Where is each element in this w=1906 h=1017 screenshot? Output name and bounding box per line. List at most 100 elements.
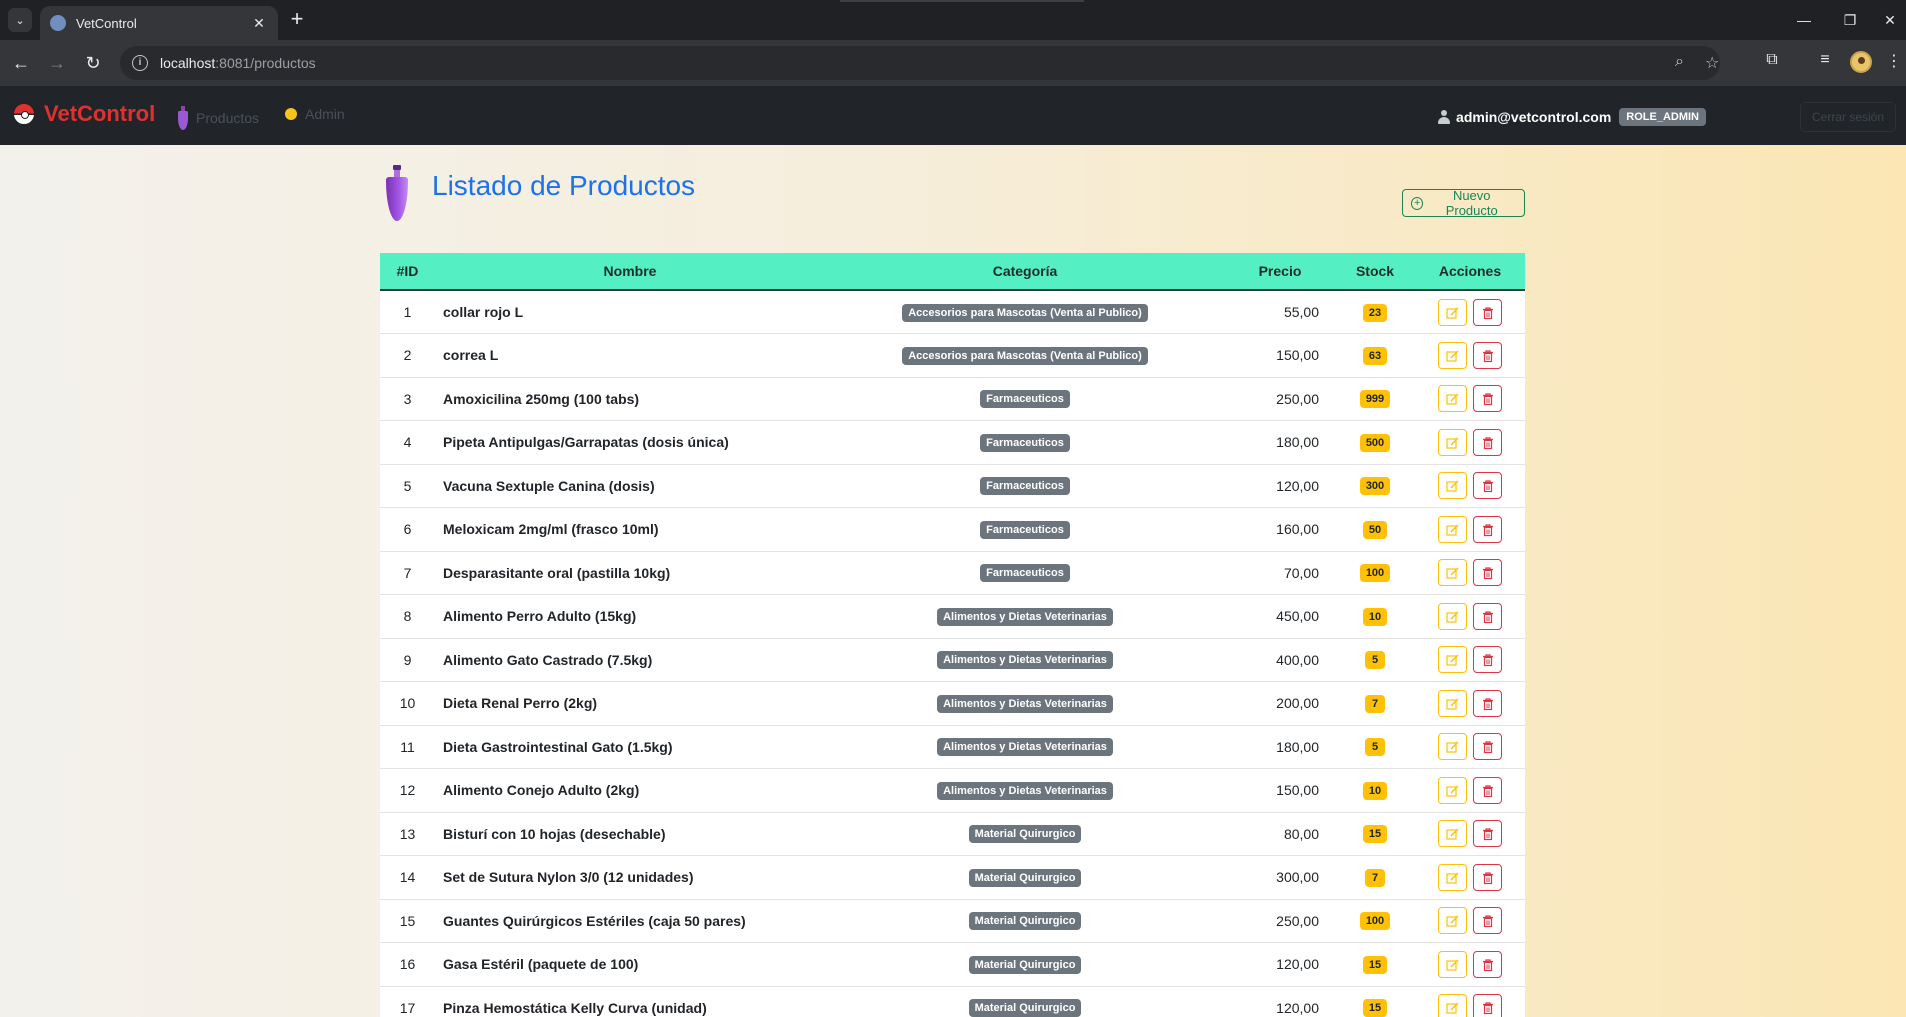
new-product-button[interactable]: + Nuevo Producto — [1402, 188, 1525, 218]
edit-button[interactable] — [1438, 298, 1467, 326]
delete-button[interactable] — [1473, 472, 1502, 500]
cell-name: correa L — [435, 333, 825, 378]
delete-button[interactable] — [1473, 907, 1502, 935]
table-row: 2 correa L Accesorios para Mascotas (Venta… — [380, 333, 1525, 378]
category-badge: Accesorios para Mascotas (Venta al Publi… — [902, 346, 1148, 365]
delete-button[interactable] — [1473, 298, 1502, 326]
forward-icon[interactable]: → — [44, 50, 70, 76]
window-drag-handle[interactable] — [840, 0, 1084, 2]
reload-icon[interactable]: ↻ — [80, 50, 106, 76]
brand-link[interactable]: VetControl — [12, 101, 155, 127]
delete-button[interactable] — [1473, 428, 1502, 456]
cell-category: Farmaceuticos — [825, 377, 1225, 421]
delete-button[interactable] — [1473, 863, 1502, 891]
url-host: localhost — [160, 55, 216, 71]
edit-button[interactable] — [1438, 602, 1467, 630]
cell-stock: 300 — [1335, 464, 1415, 508]
edit-button[interactable] — [1438, 950, 1467, 978]
header-price: Precio — [1225, 253, 1335, 291]
category-badge: Farmaceuticos — [980, 520, 1070, 539]
delete-button[interactable] — [1473, 776, 1502, 804]
table-row: 10 Dieta Renal Perro (2kg) Alimentos y Die… — [380, 681, 1525, 726]
maximize-icon[interactable]: ❐ — [1830, 8, 1870, 32]
cell-actions — [1415, 681, 1525, 726]
edit-button[interactable] — [1438, 907, 1467, 935]
edit-button[interactable] — [1438, 472, 1467, 500]
cell-category: Farmaceuticos — [825, 464, 1225, 508]
cell-price: 400,00 — [1225, 638, 1335, 682]
nav-link-admin[interactable]: Admin — [285, 106, 345, 122]
cell-id: 14 — [380, 855, 435, 900]
edit-button[interactable] — [1438, 994, 1467, 1017]
edit-button[interactable] — [1438, 428, 1467, 456]
tab-close-icon[interactable]: ✕ — [250, 15, 268, 32]
cell-stock: 999 — [1335, 377, 1415, 421]
menu-kebab-icon[interactable]: ⋮ — [1886, 51, 1902, 71]
delete-button[interactable] — [1473, 820, 1502, 848]
delete-button[interactable] — [1473, 950, 1502, 978]
profile-avatar-icon[interactable] — [1850, 51, 1872, 73]
cell-category: Material Quirurgico — [825, 986, 1225, 1017]
cell-stock: 63 — [1335, 333, 1415, 378]
delete-button[interactable] — [1473, 602, 1502, 630]
category-badge: Alimentos y Dietas Veterinarias — [937, 781, 1113, 800]
edit-button[interactable] — [1438, 385, 1467, 413]
cell-actions — [1415, 594, 1525, 639]
cell-price: 250,00 — [1225, 377, 1335, 421]
header-id: #ID — [380, 253, 435, 291]
delete-button[interactable] — [1473, 994, 1502, 1017]
cell-name: Alimento Perro Adulto (15kg) — [435, 594, 825, 639]
cell-actions — [1415, 551, 1525, 595]
table-row: 6 Meloxicam 2mg/ml (frasco 10ml) Farmaceut… — [380, 507, 1525, 552]
bookmark-star-icon[interactable]: ☆ — [1705, 53, 1719, 73]
cell-price: 250,00 — [1225, 899, 1335, 943]
nav-link-productos[interactable]: Productos — [178, 106, 259, 130]
edit-button[interactable] — [1438, 689, 1467, 717]
edit-button[interactable] — [1438, 559, 1467, 587]
delete-button[interactable] — [1473, 385, 1502, 413]
cell-price: 450,00 — [1225, 594, 1335, 639]
products-table: #ID Nombre Categoría Precio Stock Accion… — [380, 253, 1525, 1017]
category-badge: Material Quirurgico — [968, 999, 1082, 1017]
new-tab-icon[interactable]: + — [283, 8, 311, 32]
category-badge: Material Quirurgico — [968, 825, 1082, 844]
logout-button[interactable]: Cerrar sesión — [1800, 102, 1896, 132]
stock-badge: 7 — [1365, 694, 1385, 713]
delete-button[interactable] — [1473, 646, 1502, 674]
delete-button[interactable] — [1473, 559, 1502, 587]
media-controls-icon[interactable]: ≡ — [1813, 51, 1837, 69]
site-info-icon[interactable]: i — [132, 55, 148, 71]
table-row: 15 Guantes Quirúrgicos Estériles (caja 50… — [380, 899, 1525, 943]
edit-button[interactable] — [1438, 733, 1467, 761]
table-row: 4 Pipeta Antipulgas/Garrapatas (dosis úni… — [380, 420, 1525, 465]
cell-id: 4 — [380, 420, 435, 465]
edit-button[interactable] — [1438, 341, 1467, 369]
table-row: 16 Gasa Estéril (paquete de 100) Material … — [380, 942, 1525, 987]
delete-button[interactable] — [1473, 733, 1502, 761]
tab-search-icon[interactable]: ⌄ — [8, 8, 32, 32]
cell-actions — [1415, 986, 1525, 1017]
extensions-icon[interactable]: ⧉ — [1760, 51, 1784, 69]
close-window-icon[interactable]: ✕ — [1870, 8, 1906, 32]
delete-button[interactable] — [1473, 689, 1502, 717]
delete-button[interactable] — [1473, 515, 1502, 543]
edit-button[interactable] — [1438, 820, 1467, 848]
cell-price: 150,00 — [1225, 333, 1335, 378]
back-icon[interactable]: ← — [8, 50, 34, 76]
zoom-icon[interactable]: ⌕ — [1675, 53, 1684, 71]
minimize-icon[interactable]: — — [1784, 8, 1824, 32]
delete-button[interactable] — [1473, 341, 1502, 369]
edit-button[interactable] — [1438, 646, 1467, 674]
cell-actions — [1415, 464, 1525, 508]
edit-button[interactable] — [1438, 776, 1467, 804]
stock-badge: 5 — [1365, 738, 1385, 757]
address-bar[interactable]: i localhost:8081/productos ⌕ ☆ — [120, 46, 1720, 80]
category-badge: Material Quirurgico — [968, 868, 1082, 887]
edit-button[interactable] — [1438, 515, 1467, 543]
cell-id: 2 — [380, 333, 435, 378]
browser-tab[interactable]: VetControl ✕ — [40, 6, 278, 40]
cell-id: 15 — [380, 899, 435, 943]
table-row: 5 Vacuna Sextuple Canina (dosis) Farmaceut… — [380, 464, 1525, 508]
edit-button[interactable] — [1438, 863, 1467, 891]
category-badge: Alimentos y Dietas Veterinarias — [937, 651, 1113, 670]
